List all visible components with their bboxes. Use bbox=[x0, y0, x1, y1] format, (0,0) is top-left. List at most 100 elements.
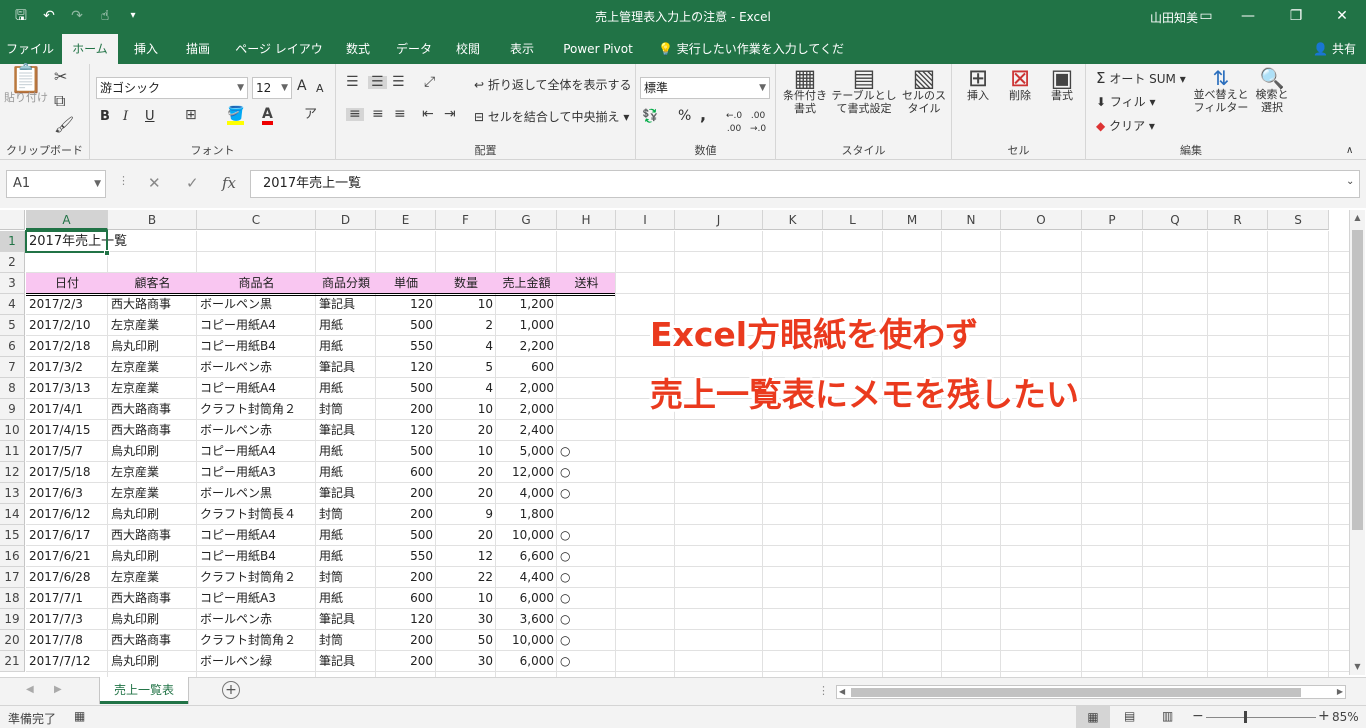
row-header-7[interactable]: 7 bbox=[0, 357, 25, 378]
row-header-6[interactable]: 6 bbox=[0, 336, 25, 357]
table-cell[interactable] bbox=[557, 378, 616, 399]
table-cell[interactable]: 5 bbox=[436, 357, 496, 378]
table-cell[interactable]: 9 bbox=[436, 504, 496, 525]
column-header-e[interactable]: E bbox=[376, 210, 436, 230]
row-header-16[interactable]: 16 bbox=[0, 546, 25, 567]
table-cell[interactable]: ○ bbox=[557, 546, 616, 567]
table-cell[interactable]: 120 bbox=[376, 357, 436, 378]
table-cell[interactable]: 2,000 bbox=[496, 399, 557, 420]
row-header-10[interactable]: 10 bbox=[0, 420, 25, 441]
tab-view[interactable]: 表示 bbox=[500, 34, 544, 64]
table-cell[interactable] bbox=[557, 315, 616, 336]
align-bottom-icon[interactable]: ☰ bbox=[392, 75, 405, 89]
column-header-b[interactable]: B bbox=[108, 210, 197, 230]
table-cell[interactable]: 50 bbox=[436, 630, 496, 651]
row-header-21[interactable]: 21 bbox=[0, 651, 25, 672]
table-cell[interactable] bbox=[557, 420, 616, 441]
table-cell[interactable]: 封筒 bbox=[316, 567, 376, 588]
minimize-icon[interactable]: — bbox=[1228, 4, 1268, 28]
table-cell[interactable]: 左京産業 bbox=[108, 357, 197, 378]
table-cell[interactable]: クラフト封筒角２ bbox=[197, 630, 316, 651]
column-header-d[interactable]: D bbox=[316, 210, 376, 230]
next-sheet-icon[interactable]: ▶ bbox=[54, 684, 62, 695]
zoom-slider-thumb[interactable] bbox=[1244, 711, 1247, 723]
grow-font-button[interactable]: A bbox=[297, 79, 307, 93]
comma-button[interactable]: , bbox=[700, 107, 706, 123]
conditional-format-button[interactable]: ▦ 条件付き書式 bbox=[780, 66, 830, 115]
table-cell[interactable]: ○ bbox=[557, 651, 616, 672]
table-cell[interactable]: 120 bbox=[376, 294, 436, 315]
format-as-table-button[interactable]: ▤ テーブルとして書式設定 bbox=[828, 66, 900, 115]
table-cell[interactable]: コピー用紙B4 bbox=[197, 336, 316, 357]
column-header-k[interactable]: K bbox=[763, 210, 823, 230]
row-header-8[interactable]: 8 bbox=[0, 378, 25, 399]
row-header-4[interactable]: 4 bbox=[0, 294, 25, 315]
scroll-right-icon[interactable]: ▶ bbox=[1337, 686, 1343, 698]
table-cell[interactable]: 10,000 bbox=[496, 525, 557, 546]
table-cell[interactable]: 1,800 bbox=[496, 504, 557, 525]
column-header-m[interactable]: M bbox=[883, 210, 942, 230]
table-header-cell[interactable]: 売上金額 bbox=[496, 273, 557, 294]
name-box[interactable]: A1 ▼ bbox=[6, 170, 106, 198]
table-cell[interactable]: ○ bbox=[557, 441, 616, 462]
wrap-text-button[interactable]: ↩ 折り返して全体を表示する bbox=[474, 79, 632, 92]
table-cell[interactable]: 2017/7/1 bbox=[26, 588, 108, 609]
enter-icon[interactable]: ✓ bbox=[186, 174, 199, 192]
macro-record-icon[interactable]: ▦ bbox=[74, 709, 85, 723]
select-all-corner[interactable] bbox=[0, 210, 25, 230]
table-cell[interactable]: 2017/2/3 bbox=[26, 294, 108, 315]
table-header-cell[interactable]: 数量 bbox=[436, 273, 496, 294]
row-header-18[interactable]: 18 bbox=[0, 588, 25, 609]
table-cell[interactable]: 筆記具 bbox=[316, 609, 376, 630]
close-icon[interactable]: ✕ bbox=[1322, 4, 1362, 28]
row-header-2[interactable]: 2 bbox=[0, 252, 25, 273]
table-cell[interactable]: 500 bbox=[376, 315, 436, 336]
table-cell[interactable]: 西大路商事 bbox=[108, 294, 197, 315]
zoom-in-icon[interactable]: + bbox=[1318, 708, 1330, 724]
row-header-11[interactable]: 11 bbox=[0, 441, 25, 462]
table-cell[interactable]: 2017/7/8 bbox=[26, 630, 108, 651]
table-cell[interactable]: 2,200 bbox=[496, 336, 557, 357]
table-cell[interactable]: 用紙 bbox=[316, 588, 376, 609]
table-cell[interactable]: ○ bbox=[557, 462, 616, 483]
row-header-14[interactable]: 14 bbox=[0, 504, 25, 525]
table-cell[interactable]: ○ bbox=[557, 609, 616, 630]
cell-styles-button[interactable]: ▧ セルのスタイル bbox=[898, 66, 950, 115]
table-cell[interactable]: 10 bbox=[436, 441, 496, 462]
delete-cells-button[interactable]: ⊠ 削除 bbox=[1000, 66, 1040, 102]
table-cell[interactable]: 烏丸印刷 bbox=[108, 609, 197, 630]
column-header-n[interactable]: N bbox=[942, 210, 1001, 230]
table-cell[interactable]: 用紙 bbox=[316, 378, 376, 399]
table-cell[interactable]: 550 bbox=[376, 336, 436, 357]
table-cell[interactable]: 筆記具 bbox=[316, 651, 376, 672]
horizontal-scrollbar[interactable]: ◀ ▶ bbox=[836, 685, 1346, 699]
table-cell[interactable]: 用紙 bbox=[316, 441, 376, 462]
table-cell[interactable]: 30 bbox=[436, 609, 496, 630]
table-cell[interactable]: 2017/5/7 bbox=[26, 441, 108, 462]
table-cell[interactable]: 用紙 bbox=[316, 462, 376, 483]
column-header-s[interactable]: S bbox=[1268, 210, 1329, 230]
table-cell[interactable]: 600 bbox=[376, 462, 436, 483]
table-cell[interactable]: ボールペン緑 bbox=[197, 651, 316, 672]
table-cell[interactable]: 左京産業 bbox=[108, 567, 197, 588]
table-cell[interactable] bbox=[557, 336, 616, 357]
table-cell[interactable]: 500 bbox=[376, 441, 436, 462]
table-cell[interactable]: 2017/6/3 bbox=[26, 483, 108, 504]
row-header-13[interactable]: 13 bbox=[0, 483, 25, 504]
table-cell[interactable]: 2017/6/21 bbox=[26, 546, 108, 567]
table-cell[interactable]: 5,000 bbox=[496, 441, 557, 462]
table-cell[interactable]: 西大路商事 bbox=[108, 525, 197, 546]
table-cell[interactable]: 2017/7/3 bbox=[26, 609, 108, 630]
vertical-scroll-thumb[interactable] bbox=[1352, 230, 1363, 530]
table-cell[interactable]: 20 bbox=[436, 483, 496, 504]
table-cell[interactable]: コピー用紙A3 bbox=[197, 588, 316, 609]
table-cell[interactable]: ボールペン赤 bbox=[197, 357, 316, 378]
table-cell[interactable]: 2017/4/1 bbox=[26, 399, 108, 420]
table-cell[interactable]: 200 bbox=[376, 504, 436, 525]
column-header-c[interactable]: C bbox=[197, 210, 316, 230]
column-header-f[interactable]: F bbox=[436, 210, 496, 230]
table-cell[interactable]: 2017/4/15 bbox=[26, 420, 108, 441]
table-header-cell[interactable]: 送料 bbox=[557, 273, 616, 294]
table-cell[interactable]: 600 bbox=[376, 588, 436, 609]
table-cell[interactable]: 2017/5/18 bbox=[26, 462, 108, 483]
